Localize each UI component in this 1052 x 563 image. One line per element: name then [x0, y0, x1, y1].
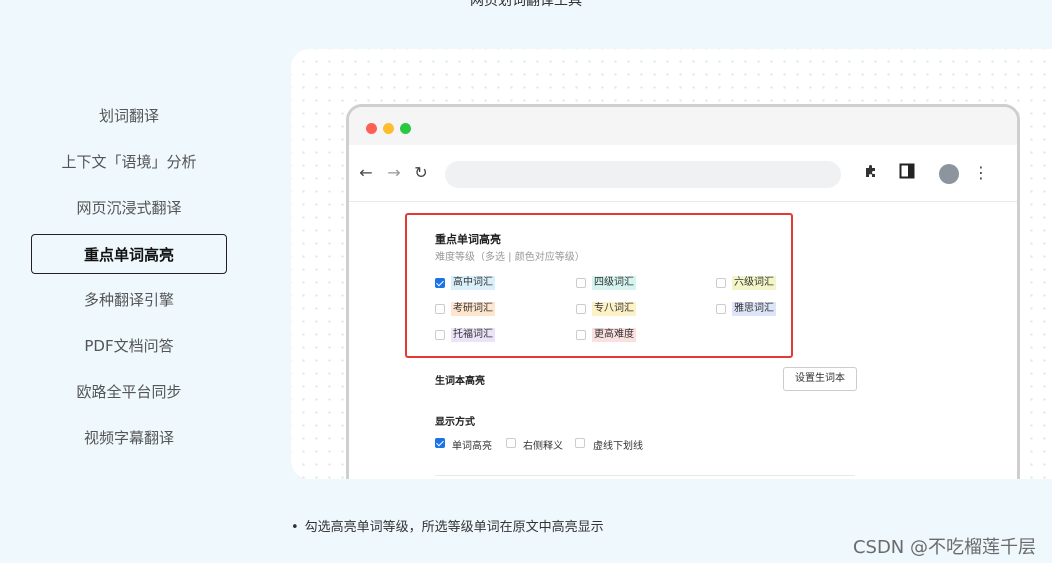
watermark: CSDN @不吃榴莲千层	[852, 537, 1036, 558]
checkbox-level-advanced[interactable]	[576, 330, 586, 340]
highlight-section-subtitle: 难度等级（多选 | 颜色对应等级）	[435, 252, 585, 263]
checkbox-level-cet6[interactable]	[716, 278, 726, 288]
back-arrow-icon: ←	[359, 163, 373, 182]
set-wordbook-button[interactable]: 设置生词本	[783, 367, 857, 391]
feature-description: 勾选高亮单词等级，所选等级单词在原文中高亮显示	[291, 516, 604, 535]
close-window-dot	[366, 123, 377, 134]
checkbox-dashed-underline[interactable]	[575, 438, 585, 448]
settings-content: 重点单词高亮 难度等级（多选 | 颜色对应等级） 高中词汇 四级词汇 六级词汇 …	[349, 201, 1017, 479]
checkbox-level-toefl[interactable]	[435, 330, 445, 340]
preview-card: ← → ↻ ⋮ 重点单词高亮 难度等级（多选 | 颜色对应等级） 高中词汇 四级…	[291, 49, 1052, 479]
extensions-puzzle-icon	[861, 163, 881, 183]
browser-mockup: ← → ↻ ⋮ 重点单词高亮 难度等级（多选 | 颜色对应等级） 高中词汇 四级…	[346, 104, 1020, 479]
maximize-window-dot	[400, 123, 411, 134]
nav-item-word-highlight[interactable]: 重点单词高亮	[31, 234, 227, 274]
page-top-title: 网页划词翻译工具	[470, 0, 582, 9]
profile-avatar	[939, 164, 959, 184]
browser-title-bar	[349, 107, 1017, 145]
nav-item-context-analysis[interactable]: 上下文「语境」分析	[31, 142, 227, 182]
checkbox-level-tem8[interactable]	[576, 304, 586, 314]
display-section-title: 显示方式	[435, 417, 475, 428]
checkbox-side-definition[interactable]	[506, 438, 516, 448]
checkbox-level-ielts[interactable]	[716, 304, 726, 314]
level-tag: 专八词汇	[592, 302, 636, 316]
nav-item-immersive-translate[interactable]: 网页沉浸式翻译	[31, 188, 227, 228]
forward-arrow-icon: →	[387, 163, 401, 182]
level-tag: 高中词汇	[451, 276, 495, 290]
level-tag: 四级词汇	[592, 276, 636, 290]
wordbook-section-title: 生词本高亮	[435, 376, 485, 387]
level-tag: 托福词汇	[451, 328, 495, 342]
nav-item-pdf-qa[interactable]: PDF文档问答	[31, 326, 227, 366]
nav-item-video-subtitles[interactable]: 视频字幕翻译	[31, 418, 227, 458]
more-menu-icon: ⋮	[973, 163, 989, 182]
checkbox-word-highlight[interactable]	[435, 438, 445, 448]
nav-item-sync[interactable]: 欧路全平台同步	[31, 372, 227, 412]
checkbox-level-postgrad[interactable]	[435, 304, 445, 314]
side-panel-icon	[897, 163, 917, 183]
browser-toolbar: ← → ↻ ⋮	[349, 145, 1017, 202]
nav-item-translate-engines[interactable]: 多种翻译引擎	[31, 280, 227, 320]
checkbox-level-high-school[interactable]	[435, 278, 445, 288]
level-tag: 更高难度	[592, 328, 636, 342]
level-tag: 雅思词汇	[732, 302, 776, 316]
checkbox-level-cet4[interactable]	[576, 278, 586, 288]
level-tag: 六级词汇	[732, 276, 776, 290]
display-option-label: 虚线下划线	[593, 441, 643, 452]
level-tag: 考研词汇	[451, 302, 495, 316]
minimize-window-dot	[383, 123, 394, 134]
divider	[435, 475, 855, 476]
nav-item-word-translate[interactable]: 划词翻译	[31, 96, 227, 136]
feature-nav: 划词翻译 上下文「语境」分析 网页沉浸式翻译 重点单词高亮 多种翻译引擎 PDF…	[31, 96, 227, 464]
display-option-label: 单词高亮	[452, 441, 492, 452]
reload-icon: ↻	[414, 163, 428, 182]
address-bar	[445, 161, 841, 188]
highlight-section-title: 重点单词高亮	[435, 233, 501, 246]
display-option-label: 右侧释义	[523, 441, 563, 452]
